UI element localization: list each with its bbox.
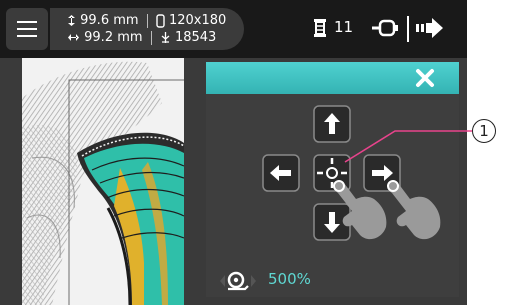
move-up-button[interactable]: [313, 105, 351, 143]
needle-icon: [314, 19, 326, 37]
needle-count: 11: [334, 18, 354, 36]
close-icon[interactable]: [413, 66, 437, 90]
move-left-button[interactable]: [262, 154, 300, 192]
zoom-value: 500%: [268, 270, 311, 288]
menu-icon-bar: [17, 35, 37, 37]
embroidery-design-image: [22, 61, 184, 305]
thread-feed-icon[interactable]: [370, 15, 400, 41]
menu-button[interactable]: [6, 8, 48, 50]
horizontal-arrow-icon: [68, 34, 79, 41]
menu-icon-bar: [17, 28, 37, 30]
top-bar: 99.6 mm 120x180 99.2 mm 18543 11: [0, 0, 467, 58]
hoop-icon: [156, 13, 165, 28]
vertical-arrow-icon: [68, 15, 75, 26]
hoop-size: 120x180: [168, 13, 227, 28]
menu-icon-bar: [17, 21, 37, 23]
topbar-divider: [407, 16, 409, 42]
divider: [146, 13, 148, 28]
stitch-icon: [161, 32, 170, 43]
design-height-row: 99.6 mm 120x180: [67, 13, 226, 28]
design-height: 99.6 mm: [80, 13, 139, 28]
embroidery-screen: 99.6 mm 120x180 99.2 mm 18543 11 500%: [0, 0, 467, 305]
move-panel: 500%: [206, 62, 459, 297]
pointing-hand-icon: [387, 180, 441, 240]
stitch-count: 18543: [174, 30, 217, 45]
panel-header: [206, 62, 459, 94]
design-width: 99.2 mm: [84, 30, 143, 45]
callout-number: 1: [479, 122, 489, 140]
callout-marker: 1: [472, 119, 496, 143]
divider: [150, 30, 152, 45]
design-info: 99.6 mm 120x180 99.2 mm 18543: [50, 8, 244, 50]
pointing-hand-icon: [333, 180, 387, 240]
zoom-control: 500%: [206, 264, 459, 297]
design-width-row: 99.2 mm 18543: [67, 30, 216, 45]
embroidery-preview[interactable]: [22, 58, 184, 305]
next-step-icon[interactable]: [415, 17, 445, 39]
zoom-icon[interactable]: [212, 269, 264, 293]
